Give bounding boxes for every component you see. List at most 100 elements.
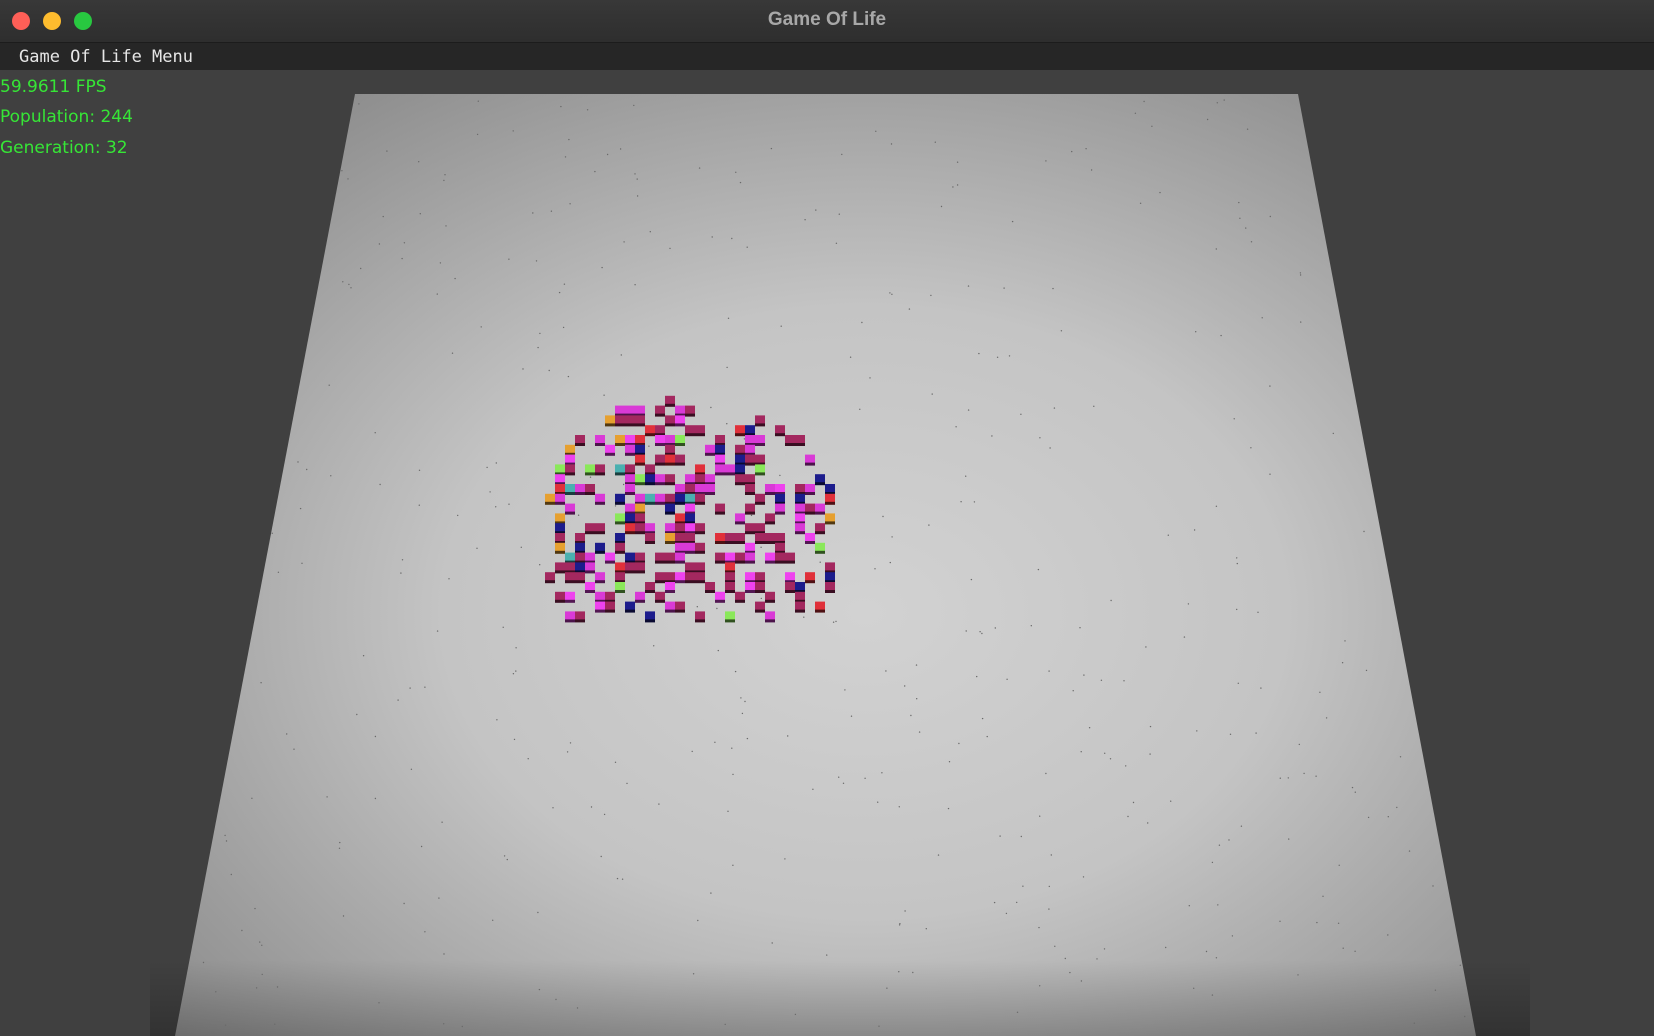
live-cell	[645, 464, 655, 473]
live-cell	[765, 611, 775, 620]
board-speckle	[403, 902, 405, 905]
board-speckle	[918, 731, 921, 733]
board-speckle	[619, 148, 622, 150]
board-speckle	[299, 507, 302, 510]
menu-game-of-life[interactable]: Game Of Life Menu	[19, 47, 193, 67]
live-cell	[665, 572, 675, 581]
board-speckle	[503, 855, 506, 857]
live-cell	[565, 572, 575, 581]
board-speckle	[634, 284, 636, 286]
live-cell	[715, 444, 725, 453]
live-cell	[655, 552, 665, 561]
board-speckle	[1088, 727, 1091, 729]
live-cell	[555, 562, 565, 571]
live-cell	[555, 542, 565, 551]
board-speckle	[965, 630, 967, 632]
3d-viewport[interactable]	[0, 70, 1654, 1036]
board-speckle	[260, 682, 262, 684]
live-cell	[775, 503, 785, 512]
board-speckle	[1123, 680, 1125, 682]
board-speckle	[418, 161, 420, 163]
board-speckle	[898, 924, 901, 926]
board-speckle	[1049, 447, 1051, 449]
board-speckle	[965, 475, 967, 477]
live-cell	[565, 484, 575, 492]
live-cell	[575, 552, 585, 561]
board-speckle	[841, 153, 843, 156]
live-cell	[635, 513, 645, 522]
board-speckle	[1193, 529, 1196, 531]
live-cell	[725, 552, 735, 561]
live-cell	[635, 591, 645, 600]
board-speckle	[401, 559, 404, 561]
live-cell	[825, 582, 835, 590]
live-cell	[735, 425, 745, 434]
live-cell	[755, 415, 765, 424]
board-speckle	[1300, 321, 1302, 323]
board-bottom-shade	[150, 960, 1530, 1036]
board-speckle	[1269, 215, 1272, 218]
live-cell	[655, 474, 665, 483]
board-speckle	[1229, 733, 1232, 735]
live-cell	[665, 552, 675, 561]
live-cell	[665, 503, 675, 512]
live-cell	[665, 444, 675, 453]
live-cell	[635, 454, 645, 463]
board-speckle	[1367, 816, 1370, 819]
board-speckle	[1196, 730, 1198, 732]
live-cell	[565, 591, 575, 600]
board-speckle	[740, 697, 742, 699]
board-speckle	[254, 907, 256, 910]
board-speckle	[881, 772, 883, 774]
board-speckle	[438, 897, 440, 899]
live-cell	[825, 562, 835, 571]
title-bar[interactable]: Game Of Life	[0, 0, 1654, 43]
live-cell	[765, 552, 775, 561]
board-speckle	[996, 356, 999, 358]
live-cell	[825, 513, 835, 522]
board-speckle	[1236, 562, 1239, 565]
board-speckle	[538, 988, 541, 991]
board-speckle	[890, 143, 893, 145]
board-speckle	[1167, 534, 1170, 536]
live-cell	[595, 523, 605, 532]
board-speckle	[875, 130, 877, 132]
live-cell	[585, 484, 595, 492]
board-speckle	[224, 1024, 227, 1026]
board-speckle	[436, 630, 439, 632]
board-speckle	[476, 133, 479, 136]
board-speckle	[1297, 974, 1299, 976]
live-cell	[645, 523, 655, 532]
live-cell	[815, 474, 825, 483]
board-speckle	[558, 291, 561, 294]
live-cell	[675, 415, 685, 424]
board-speckle	[735, 171, 737, 173]
live-cell	[595, 493, 605, 502]
live-cell	[665, 454, 675, 463]
board-speckle	[1045, 772, 1047, 775]
board-speckle	[276, 986, 279, 988]
live-cell	[665, 435, 675, 443]
board-speckle	[732, 773, 734, 776]
board-speckle	[461, 1025, 463, 1028]
board-speckle	[904, 685, 906, 687]
board-speckle	[886, 987, 888, 989]
live-cell	[585, 552, 595, 561]
live-cell	[555, 533, 565, 541]
game-board-scene[interactable]	[0, 70, 1654, 1036]
live-cell	[695, 611, 705, 620]
board-speckle	[838, 213, 840, 215]
live-cell	[595, 572, 605, 581]
live-cell	[755, 493, 765, 502]
board-speckle	[1211, 994, 1214, 996]
board-speckle	[1139, 202, 1142, 204]
board-speckle	[569, 742, 572, 744]
board-speckle	[1459, 964, 1462, 966]
board-speckle	[1134, 112, 1137, 114]
board-speckle	[760, 597, 762, 600]
board-speckle	[819, 561, 821, 563]
live-cell	[615, 513, 625, 522]
board-speckle	[994, 627, 996, 629]
board-speckle	[271, 532, 273, 534]
live-cell	[665, 601, 675, 610]
